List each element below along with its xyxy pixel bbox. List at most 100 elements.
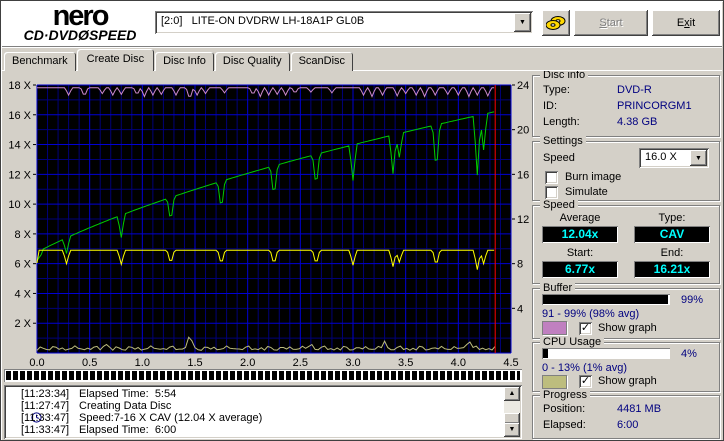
average-label: Average xyxy=(559,212,601,224)
tab-create-disc[interactable]: Create Disc xyxy=(76,49,155,71)
svg-text:4.0: 4.0 xyxy=(451,357,466,367)
nero-logo-text: nero xyxy=(52,0,110,32)
nero-cd-dvd-speed-window: nero CD·DVDØSPEED [2:0] LITE-ON DVDRW LH… xyxy=(0,0,724,441)
speed-group: Speed Average 12.04x Type: CAV Start: 6.… xyxy=(532,199,720,284)
svg-text:4: 4 xyxy=(517,303,523,315)
tab-bar: Benchmark Create Disc Disc Info Disc Qua… xyxy=(4,49,354,71)
svg-text:1.0: 1.0 xyxy=(135,357,150,367)
disc-info-group: Disc info Type: DVD-R ID: PRINCORGM1 Len… xyxy=(532,69,720,137)
buffer-range: 91 - 99% (98% avg) xyxy=(542,308,640,320)
simulate-checkbox[interactable] xyxy=(545,186,558,199)
svg-text:18 X: 18 X xyxy=(8,80,31,92)
svg-text:3.5: 3.5 xyxy=(398,357,413,367)
cpu-percent: 4% xyxy=(681,348,697,360)
svg-text:6 X: 6 X xyxy=(14,259,31,271)
group-title: Speed xyxy=(540,199,578,211)
disc-glyph-icon: Ø xyxy=(78,27,89,43)
svg-text:16: 16 xyxy=(517,169,529,181)
log-scrollbar[interactable]: ▲ ▼ xyxy=(504,387,520,437)
disc-id-label: ID: xyxy=(543,100,558,112)
buffer-show-graph-label: Show graph xyxy=(598,322,657,334)
cpu-bar-fill xyxy=(543,349,549,358)
buffer-color-swatch xyxy=(542,321,567,335)
speed-setting-label: Speed xyxy=(543,152,575,164)
burn-image-label: Burn image xyxy=(565,171,622,183)
cpu-show-graph-checkbox[interactable]: ✓ xyxy=(579,375,592,388)
eject-disc-button[interactable] xyxy=(542,10,570,36)
start-button[interactable]: Start xyxy=(574,10,648,36)
header: nero CD·DVDØSPEED [2:0] LITE-ON DVDRW LH… xyxy=(2,2,722,47)
cpu-show-graph-label: Show graph xyxy=(598,375,657,387)
svg-text:12: 12 xyxy=(517,214,529,226)
buffer-bar xyxy=(542,294,670,305)
tab-disc-quality[interactable]: Disc Quality xyxy=(214,52,290,71)
speed-select-value: 16.0 X xyxy=(645,151,677,163)
group-title: Buffer xyxy=(540,282,576,294)
disc-type-label: Type: xyxy=(543,84,570,96)
scroll-up-icon[interactable]: ▲ xyxy=(504,387,520,401)
average-speed-display: 12.04x xyxy=(542,226,618,243)
log-line[interactable]: [11:27:47] Creating Data Disc xyxy=(7,400,502,423)
disc-length-label: Length: xyxy=(543,116,580,128)
buffer-show-graph-checkbox[interactable]: ✓ xyxy=(579,322,592,335)
position-progress-fill xyxy=(6,371,520,380)
position-label: Position: xyxy=(543,403,586,415)
buffer-group: Buffer 99% 91 - 99% (98% avg) ✓ Show gra… xyxy=(532,282,720,339)
tab-scandisc[interactable]: ScanDisc xyxy=(290,52,354,71)
svg-text:8: 8 xyxy=(517,259,523,271)
buffer-bar-fill xyxy=(543,295,668,304)
chevron-down-icon[interactable]: ▼ xyxy=(690,150,707,166)
log-line[interactable]: [11:33:47] Speed:7-16 X CAV (12.04 X ave… xyxy=(7,412,502,424)
svg-text:0.5: 0.5 xyxy=(82,357,97,367)
type-display: CAV xyxy=(634,226,710,243)
type-label: Type: xyxy=(658,212,686,224)
speed-select[interactable]: 16.0 X ▼ xyxy=(639,148,709,168)
discs-icon xyxy=(545,16,566,30)
disc-type-value: DVD-R xyxy=(617,84,652,96)
simulate-label: Simulate xyxy=(565,186,608,198)
settings-group: Settings Speed 16.0 X ▼ Burn image Simul… xyxy=(532,135,720,201)
svg-text:2.0: 2.0 xyxy=(240,357,255,367)
svg-text:2.5: 2.5 xyxy=(293,357,308,367)
svg-text:0.0: 0.0 xyxy=(29,357,44,367)
chevron-down-icon[interactable]: ▼ xyxy=(514,13,531,32)
cpu-bar xyxy=(542,348,670,359)
drive-select[interactable]: [2:0] LITE-ON DVDRW LH-18A1P GL0B ▼ xyxy=(155,11,533,34)
svg-text:4.5: 4.5 xyxy=(503,357,518,367)
end-speed-display: 16.21x xyxy=(634,261,710,278)
nero-logo: nero CD·DVDØSPEED xyxy=(6,0,154,43)
svg-text:8 X: 8 X xyxy=(14,229,31,241)
svg-text:10 X: 10 X xyxy=(8,199,31,211)
disc-id-value: PRINCORGM1 xyxy=(617,100,692,112)
progress-group: Progress Position: 4481 MB Elapsed: 6:00 xyxy=(532,389,720,439)
event-log[interactable]: [11:23:34] Elapsed Time: 5:54 [11:27:47]… xyxy=(4,385,522,439)
svg-text:2 X: 2 X xyxy=(14,318,31,330)
svg-text:3.0: 3.0 xyxy=(345,357,360,367)
burn-image-checkbox[interactable] xyxy=(545,171,558,184)
end-label: End: xyxy=(660,247,684,259)
disc-length-value: 4.38 GB xyxy=(617,116,658,128)
tab-disc-info[interactable]: Disc Info xyxy=(155,52,214,71)
cpu-usage-group: CPU Usage 4% 0 - 13% (1% avg) ✓ Show gra… xyxy=(532,336,720,392)
tab-benchmark[interactable]: Benchmark xyxy=(4,52,76,71)
svg-text:1.5: 1.5 xyxy=(187,357,202,367)
clock-icon xyxy=(7,400,43,423)
svg-text:12 X: 12 X xyxy=(8,169,31,181)
log-line[interactable]: [11:33:47] Elapsed Time: 6:00 xyxy=(7,424,502,436)
group-title: Settings xyxy=(540,135,586,147)
buffer-percent: 99% xyxy=(681,294,704,306)
scroll-down-icon[interactable]: ▼ xyxy=(504,423,520,437)
group-title: Progress xyxy=(540,389,591,401)
elapsed-label: Elapsed: xyxy=(543,419,586,431)
svg-text:4 X: 4 X xyxy=(14,288,31,300)
cpu-color-swatch xyxy=(542,375,567,389)
log-line[interactable]: [11:23:34] Elapsed Time: 5:54 xyxy=(7,388,502,400)
cd-dvd-speed-logo-text: CD·DVDØSPEED xyxy=(23,27,137,43)
exit-button[interactable]: Exit xyxy=(652,10,720,36)
svg-text:16 X: 16 X xyxy=(8,110,31,122)
start-speed-display: 6.77x xyxy=(542,261,618,278)
cpu-range: 0 - 13% (1% avg) xyxy=(542,362,627,374)
group-title: CPU Usage xyxy=(540,336,605,348)
speed-graph: 18 X 16 X 14 X 12 X 10 X 8 X 6 X 4 X 2 X 24 20 16 12… xyxy=(8,80,529,367)
elapsed-value: 6:00 xyxy=(617,419,639,431)
